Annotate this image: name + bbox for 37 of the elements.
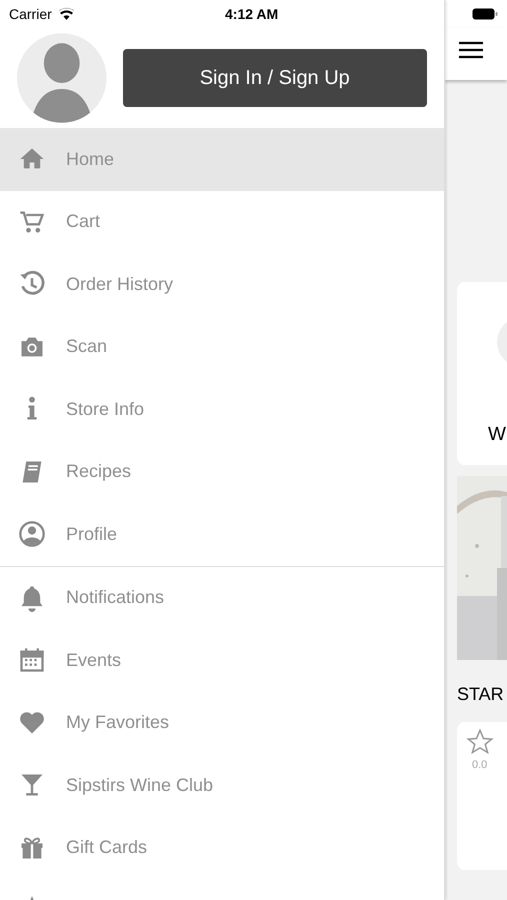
card-title: W xyxy=(488,423,506,447)
menu-label: My Favorites xyxy=(66,711,170,734)
star-icon[interactable] xyxy=(466,728,494,756)
menu-label: Sipstirs Wine Club xyxy=(66,774,214,797)
menu-item[interactable]: Store Info xyxy=(0,378,444,440)
menu-label: Scan xyxy=(66,335,108,358)
menu-item[interactable]: Gift Cards xyxy=(0,816,444,879)
menu-item[interactable]: Profile xyxy=(0,503,444,566)
menu-item[interactable]: My Favorites xyxy=(0,692,444,754)
menu-item[interactable]: Order History xyxy=(0,253,444,316)
section-title: STAR xyxy=(457,683,504,706)
calendar-icon xyxy=(18,646,46,674)
menu-label: Gift Cards xyxy=(66,836,148,860)
menu-item[interactable]: Sipstirs Wine Club xyxy=(0,754,444,816)
menu-item[interactable]: Scan xyxy=(0,316,444,378)
menu-label: Events xyxy=(66,648,122,672)
wifi-icon xyxy=(58,8,75,20)
avatar-icon xyxy=(17,33,107,123)
menu-item[interactable]: Notifications xyxy=(0,566,444,629)
clock-time: 4:12 AM xyxy=(225,4,278,24)
menu-item[interactable]: Recipes xyxy=(0,440,444,503)
menu-item[interactable]: Home xyxy=(0,128,444,190)
carrier-label: Carrier xyxy=(9,4,52,24)
menu-label: Order History xyxy=(66,272,174,296)
menu-label: Home xyxy=(66,148,114,171)
rating-value: 0.0 xyxy=(472,758,488,773)
menu-label: Recipes xyxy=(66,460,132,484)
menu-label: Profile xyxy=(66,522,118,546)
menu-label: Store Info xyxy=(66,398,144,421)
sign-in-button[interactable]: Sign In / Sign Up xyxy=(122,49,427,107)
user-circle-icon xyxy=(18,520,46,548)
menu-label: Notifications xyxy=(66,586,164,610)
menu-label: Cart xyxy=(66,210,100,234)
menu-item[interactable]: Cart xyxy=(0,190,444,253)
menu-icon[interactable] xyxy=(459,41,483,59)
battery-icon xyxy=(472,8,498,20)
menu-item[interactable]: Events xyxy=(0,629,444,692)
